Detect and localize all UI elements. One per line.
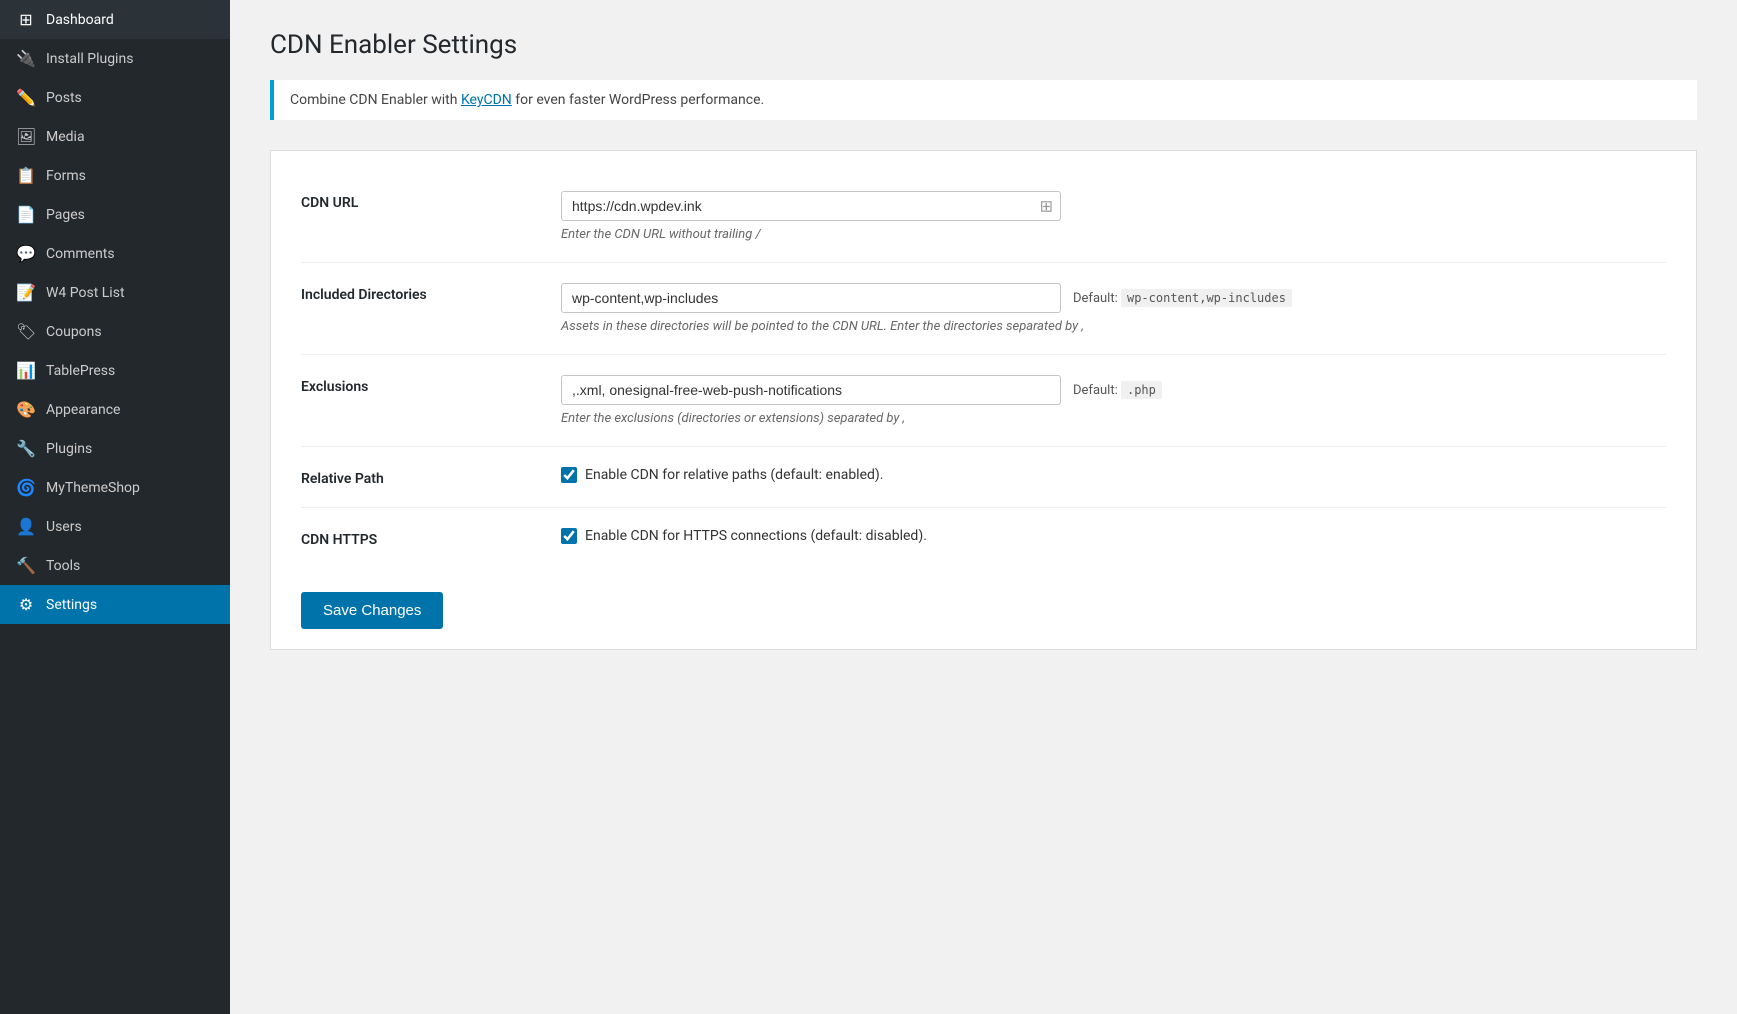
sidebar-item-label: Comments	[46, 246, 115, 262]
cdn-url-wrapper: ⊞	[561, 191, 1061, 221]
included-dirs-help: Assets in these directories will be poin…	[561, 319, 1666, 334]
sidebar-item-mythemeshop[interactable]: 🌀 MyThemeShop	[0, 468, 230, 507]
notice-text-before: Combine CDN Enabler with	[290, 92, 461, 108]
cdn-url-row: CDN URL ⊞ Enter the CDN URL without trai…	[301, 171, 1666, 263]
main-content: CDN Enabler Settings Combine CDN Enabler…	[230, 0, 1737, 1014]
keycdn-link[interactable]: KeyCDN	[461, 92, 512, 108]
exclusions-control: Default: .php Enter the exclusions (dire…	[561, 375, 1666, 426]
plugins-icon: 🔧	[16, 439, 36, 458]
forms-icon: 📋	[16, 166, 36, 185]
sidebar: ⊞ Dashboard 🔌 Install Plugins ✏️ Posts 🖼…	[0, 0, 230, 1014]
cdn-url-label: CDN URL	[301, 191, 561, 242]
included-dirs-default: Default: wp-content,wp-includes	[1073, 291, 1292, 306]
exclusions-input-row: Default: .php	[561, 375, 1666, 405]
coupons-icon: 🏷	[16, 322, 36, 341]
included-dirs-default-value: wp-content,wp-includes	[1121, 289, 1292, 307]
included-dirs-row: Included Directories Default: wp-content…	[301, 263, 1666, 355]
exclusions-default-value: .php	[1121, 381, 1162, 399]
included-dirs-control: Default: wp-content,wp-includes Assets i…	[561, 283, 1666, 334]
sidebar-item-label: Users	[46, 519, 82, 535]
exclusions-row: Exclusions Default: .php Enter the exclu…	[301, 355, 1666, 447]
sidebar-item-label: MyThemeShop	[46, 480, 140, 496]
settings-form: CDN URL ⊞ Enter the CDN URL without trai…	[270, 150, 1697, 650]
sidebar-item-tools[interactable]: 🔨 Tools	[0, 546, 230, 585]
sidebar-item-posts[interactable]: ✏️ Posts	[0, 78, 230, 117]
exclusions-label: Exclusions	[301, 375, 561, 426]
notice-text-after: for even faster WordPress performance.	[512, 92, 764, 108]
exclusions-default: Default: .php	[1073, 383, 1162, 398]
exclusions-input[interactable]	[561, 375, 1061, 405]
plugin-icon: 🔌	[16, 49, 36, 68]
sidebar-item-label: Media	[46, 129, 85, 145]
sidebar-item-label: Forms	[46, 168, 86, 184]
pages-icon: 📄	[16, 205, 36, 224]
sidebar-item-label: Coupons	[46, 324, 102, 340]
notice-info: Combine CDN Enabler with KeyCDN for even…	[270, 80, 1697, 120]
comments-icon: 💬	[16, 244, 36, 263]
sidebar-item-forms[interactable]: 📋 Forms	[0, 156, 230, 195]
cdn-https-control: Enable CDN for HTTPS connections (defaul…	[561, 528, 1666, 548]
sidebar-item-label: Plugins	[46, 441, 92, 457]
sidebar-item-install-plugins[interactable]: 🔌 Install Plugins	[0, 39, 230, 78]
sidebar-item-pages[interactable]: 📄 Pages	[0, 195, 230, 234]
included-dirs-input-row: Default: wp-content,wp-includes	[561, 283, 1666, 313]
sidebar-item-comments[interactable]: 💬 Comments	[0, 234, 230, 273]
relative-path-label: Relative Path	[301, 467, 561, 487]
copy-icon[interactable]: ⊞	[1040, 197, 1053, 216]
appearance-icon: 🎨	[16, 400, 36, 419]
mythemeshop-icon: 🌀	[16, 478, 36, 497]
save-row: Save Changes	[301, 568, 1666, 629]
relative-path-checkbox-label: Enable CDN for relative paths (default: …	[585, 467, 883, 483]
cdn-url-control: ⊞ Enter the CDN URL without trailing /	[561, 191, 1666, 242]
sidebar-item-media[interactable]: 🖼 Media	[0, 117, 230, 156]
sidebar-item-label: Tools	[46, 558, 80, 574]
sidebar-item-label: Posts	[46, 90, 82, 106]
sidebar-item-dashboard[interactable]: ⊞ Dashboard	[0, 0, 230, 39]
tools-icon: 🔨	[16, 556, 36, 575]
cdn-url-input[interactable]	[561, 191, 1061, 221]
cdn-https-checkbox-row: Enable CDN for HTTPS connections (defaul…	[561, 528, 1666, 544]
sidebar-item-label: Settings	[46, 597, 97, 613]
media-icon: 🖼	[16, 127, 36, 146]
tablepress-icon: 📊	[16, 361, 36, 380]
save-button[interactable]: Save Changes	[301, 592, 443, 629]
included-dirs-input[interactable]	[561, 283, 1061, 313]
cdn-https-row: CDN HTTPS Enable CDN for HTTPS connectio…	[301, 508, 1666, 568]
cdn-https-checkbox-label: Enable CDN for HTTPS connections (defaul…	[585, 528, 927, 544]
cdn-url-help: Enter the CDN URL without trailing /	[561, 227, 1666, 242]
settings-icon: ⚙	[16, 595, 36, 614]
relative-path-checkbox-row: Enable CDN for relative paths (default: …	[561, 467, 1666, 483]
sidebar-item-label: Dashboard	[46, 12, 114, 28]
sidebar-item-plugins[interactable]: 🔧 Plugins	[0, 429, 230, 468]
sidebar-item-label: W4 Post List	[46, 285, 125, 301]
sidebar-item-label: Install Plugins	[46, 51, 133, 67]
sidebar-item-settings[interactable]: ⚙ Settings	[0, 585, 230, 624]
exclusions-help: Enter the exclusions (directories or ext…	[561, 411, 1666, 426]
users-icon: 👤	[16, 517, 36, 536]
sidebar-item-label: TablePress	[46, 363, 115, 379]
w4-icon: 📝	[16, 283, 36, 302]
relative-path-row: Relative Path Enable CDN for relative pa…	[301, 447, 1666, 508]
relative-path-control: Enable CDN for relative paths (default: …	[561, 467, 1666, 487]
sidebar-item-users[interactable]: 👤 Users	[0, 507, 230, 546]
cdn-https-label: CDN HTTPS	[301, 528, 561, 548]
included-dirs-label: Included Directories	[301, 283, 561, 334]
sidebar-item-label: Pages	[46, 207, 85, 223]
relative-path-checkbox[interactable]	[561, 467, 577, 483]
page-title: CDN Enabler Settings	[270, 30, 1697, 60]
sidebar-item-w4-post-list[interactable]: 📝 W4 Post List	[0, 273, 230, 312]
cdn-https-checkbox[interactable]	[561, 528, 577, 544]
sidebar-item-appearance[interactable]: 🎨 Appearance	[0, 390, 230, 429]
sidebar-item-label: Appearance	[46, 402, 120, 418]
sidebar-item-tablepress[interactable]: 📊 TablePress	[0, 351, 230, 390]
posts-icon: ✏️	[16, 88, 36, 107]
sidebar-item-coupons[interactable]: 🏷 Coupons	[0, 312, 230, 351]
dashboard-icon: ⊞	[16, 10, 36, 29]
